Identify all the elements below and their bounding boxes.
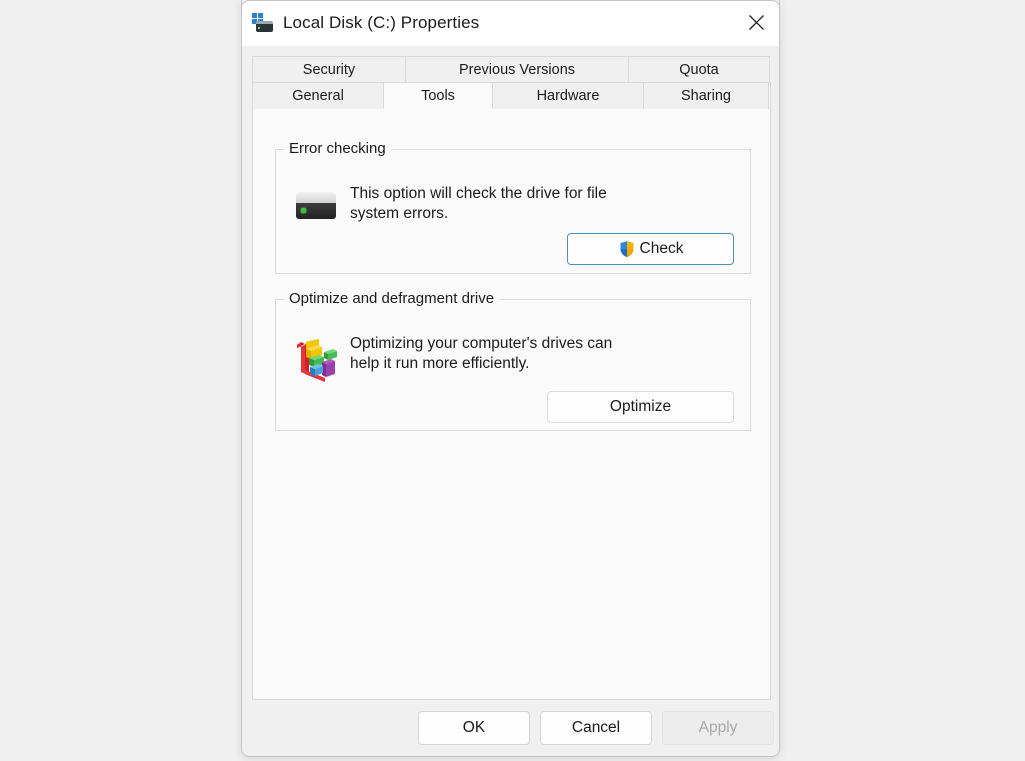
apply-button: Apply	[662, 711, 774, 745]
properties-dialog: Local Disk (C:) Properties Security Prev…	[241, 0, 780, 757]
error-checking-group: Error checking This option will check th…	[275, 149, 751, 274]
optimize-description: Optimizing your computer's drives can he…	[350, 334, 640, 374]
tab-hardware-label: Hardware	[537, 88, 600, 104]
tab-previous-versions-label: Previous Versions	[459, 62, 575, 78]
tab-row-bottom: General Tools Hardware Sharing	[252, 82, 771, 109]
optimize-button[interactable]: Optimize	[547, 391, 734, 423]
cancel-button[interactable]: Cancel	[540, 711, 652, 745]
tab-sharing-label: Sharing	[681, 88, 731, 104]
optimize-button-label: Optimize	[610, 398, 671, 416]
check-button[interactable]: Check	[567, 233, 734, 265]
tab-tools[interactable]: Tools	[383, 82, 493, 109]
check-button-label: Check	[640, 240, 684, 258]
tab-general[interactable]: General	[252, 82, 384, 109]
cancel-button-label: Cancel	[572, 719, 620, 737]
tab-sharing[interactable]: Sharing	[643, 82, 769, 109]
dialog-footer: OK Cancel Apply	[242, 701, 779, 756]
uac-shield-icon	[618, 240, 636, 258]
optimize-legend: Optimize and defragment drive	[284, 290, 499, 307]
tab-strip: Security Previous Versions Quota General…	[252, 56, 771, 109]
close-icon[interactable]	[733, 0, 779, 45]
defragment-blocks-icon	[291, 336, 341, 386]
optimize-defragment-group: Optimize and defragment drive	[275, 299, 751, 431]
drive-properties-icon	[252, 12, 274, 34]
tab-tools-label: Tools	[421, 88, 455, 104]
drive-icon	[256, 21, 273, 32]
tab-hardware[interactable]: Hardware	[492, 82, 644, 109]
tab-quota[interactable]: Quota	[628, 56, 770, 83]
title-bar: Local Disk (C:) Properties	[242, 0, 779, 45]
error-checking-description: This option will check the drive for fil…	[350, 184, 640, 224]
tab-security[interactable]: Security	[252, 56, 406, 83]
tab-previous-versions[interactable]: Previous Versions	[405, 56, 629, 83]
tab-general-label: General	[292, 88, 344, 104]
apply-button-label: Apply	[699, 719, 738, 737]
tools-tab-panel: Error checking This option will check th…	[252, 82, 771, 700]
tab-quota-label: Quota	[679, 62, 719, 78]
tab-row-top: Security Previous Versions Quota	[252, 56, 771, 83]
ok-button[interactable]: OK	[418, 711, 530, 745]
tab-security-label: Security	[303, 62, 355, 78]
ok-button-label: OK	[463, 719, 485, 737]
error-checking-legend: Error checking	[284, 140, 391, 157]
hard-drive-icon	[294, 190, 338, 222]
window-title: Local Disk (C:) Properties	[283, 13, 479, 33]
